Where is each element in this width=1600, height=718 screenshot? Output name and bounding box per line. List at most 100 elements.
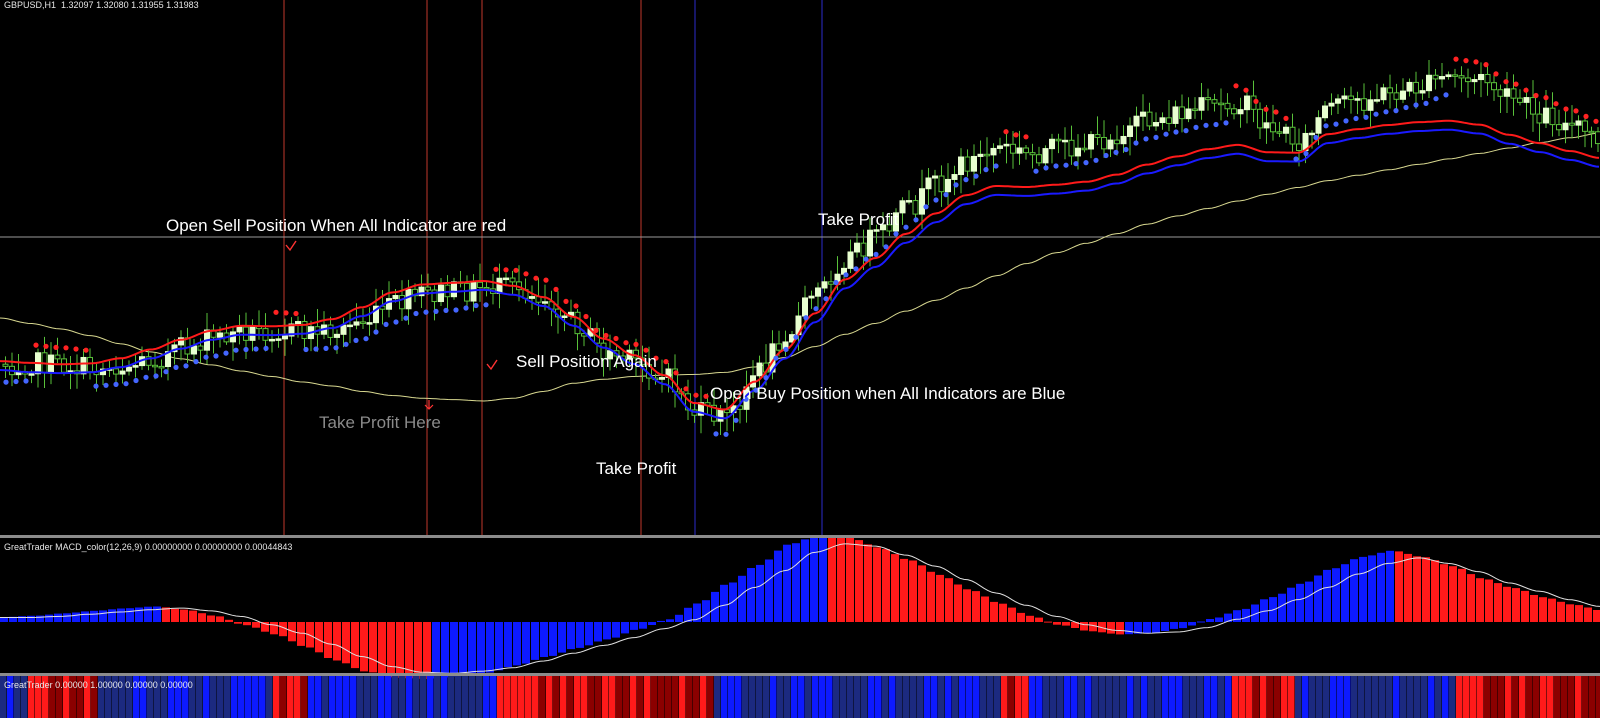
- candle-body: [1335, 98, 1341, 104]
- candle-body: [405, 288, 412, 310]
- macd-histogram-bar: [324, 622, 332, 658]
- trader-color-bar: [616, 676, 623, 718]
- candle-body: [269, 338, 275, 342]
- stop-dot-blue: [423, 309, 429, 315]
- macd-histogram-bar: [1431, 560, 1439, 622]
- candle-body: [1426, 74, 1432, 92]
- stop-dot-blue: [923, 204, 929, 210]
- stop-dot-blue: [1073, 161, 1079, 167]
- candle-body: [1380, 87, 1387, 101]
- macd-histogram-bar: [99, 610, 107, 622]
- trader-color-bar: [287, 676, 294, 718]
- trader-color-bar: [630, 676, 637, 718]
- candle-body: [854, 242, 860, 253]
- stop-dot-blue: [1103, 152, 1109, 159]
- trader-color-bar: [1078, 676, 1085, 718]
- trader-color-bar: [672, 676, 679, 718]
- macd-histogram-bar: [423, 622, 431, 679]
- candle-body: [1465, 77, 1471, 83]
- trader-color-bar: [252, 676, 259, 718]
- trader-color-bar: [861, 676, 868, 718]
- macd-histogram-bar: [180, 609, 188, 622]
- candle-body: [802, 297, 808, 317]
- stop-dot-red: [1263, 106, 1269, 112]
- candle-body: [113, 368, 119, 375]
- macd-histogram-bar: [1062, 622, 1070, 626]
- stop-dot-red: [1023, 134, 1029, 140]
- macd-histogram-bar: [783, 544, 791, 622]
- candle-body: [951, 174, 958, 180]
- macd-histogram-bar: [1206, 619, 1214, 622]
- macd-histogram-bar: [198, 613, 206, 622]
- trader-color-bar: [1316, 676, 1323, 718]
- stop-dot-blue: [453, 307, 459, 313]
- trader-color-bar: [1365, 676, 1372, 718]
- stop-dot-blue: [1063, 162, 1069, 168]
- stop-dot-blue: [1163, 131, 1169, 137]
- stop-dot-red: [1273, 109, 1279, 115]
- trader-color-bar: [693, 676, 700, 718]
- macd-histogram-bar: [243, 622, 251, 626]
- candle-body: [347, 324, 353, 328]
- trader-color-bar: [1008, 676, 1015, 718]
- trader-color-bar: [308, 676, 315, 718]
- annotation-open-buy: Open Buy Position when All Indicators ar…: [710, 384, 1066, 403]
- macd-histogram-bar: [1521, 590, 1529, 622]
- stop-dot-blue: [413, 310, 419, 317]
- trader-color-bar: [1470, 676, 1477, 718]
- candle-body: [1413, 81, 1419, 94]
- stop-dot-blue: [433, 308, 439, 314]
- trader-color-bar: [1582, 676, 1589, 718]
- stop-dot-blue: [1033, 168, 1039, 174]
- macd-histogram-bar: [1305, 581, 1313, 622]
- macd-histogram-bar: [108, 609, 116, 622]
- trader-color-bar: [413, 676, 420, 718]
- stop-dot-blue: [473, 302, 479, 309]
- trader-color-bar: [448, 676, 455, 718]
- trader-color-bar: [567, 676, 574, 718]
- macd-histogram-bar: [1575, 605, 1583, 622]
- candle-body: [1179, 106, 1185, 120]
- stop-dot-blue: [1323, 123, 1329, 129]
- subwindow-separator-trader[interactable]: [0, 673, 1600, 676]
- macd-histogram-bar: [945, 578, 953, 622]
- candle-body: [906, 200, 912, 203]
- candle-body: [1114, 139, 1120, 145]
- candle-body: [1036, 154, 1042, 164]
- candle-body: [847, 251, 854, 269]
- trader-color-bar: [266, 676, 273, 718]
- trader-color-bar: [238, 676, 245, 718]
- subwindow-separator-macd[interactable]: [0, 535, 1600, 538]
- trader-color-bar: [1400, 676, 1407, 718]
- trader-color-bar: [1568, 676, 1575, 718]
- stop-dot-blue: [1413, 102, 1419, 108]
- trader-color-bar: [903, 676, 910, 718]
- macd-histogram-bar: [1485, 579, 1493, 622]
- candle-body: [1361, 98, 1367, 111]
- stop-dot-blue: [163, 369, 169, 375]
- trader-color-bar: [791, 676, 798, 718]
- macd-histogram-bar: [1197, 621, 1205, 623]
- trader-color-bar: [427, 676, 434, 718]
- stop-dot-blue: [1343, 118, 1349, 124]
- trader-color-bar: [364, 676, 371, 718]
- candle-body: [1237, 109, 1244, 115]
- candle-body: [1159, 117, 1166, 124]
- stop-dot-blue: [983, 167, 989, 173]
- macd-histogram-bar: [1233, 610, 1241, 622]
- candle-body: [1094, 134, 1101, 138]
- candle-body: [1445, 74, 1452, 78]
- macd-histogram-bar: [45, 614, 53, 622]
- price-chart[interactable]: [0, 0, 1600, 718]
- stop-dot-red: [1563, 106, 1569, 112]
- trader-color-bar: [1218, 676, 1225, 718]
- macd-histogram-bar: [378, 622, 386, 675]
- trader-color-bar: [350, 676, 357, 718]
- macd-histogram-bar: [999, 603, 1007, 622]
- macd-histogram-bar: [864, 544, 872, 622]
- stop-dot-red: [63, 345, 69, 351]
- trader-color-bar: [1043, 676, 1050, 718]
- trader-color-bar: [917, 676, 924, 718]
- macd-histogram-bar: [1278, 593, 1286, 622]
- macd-histogram-bar: [576, 622, 584, 648]
